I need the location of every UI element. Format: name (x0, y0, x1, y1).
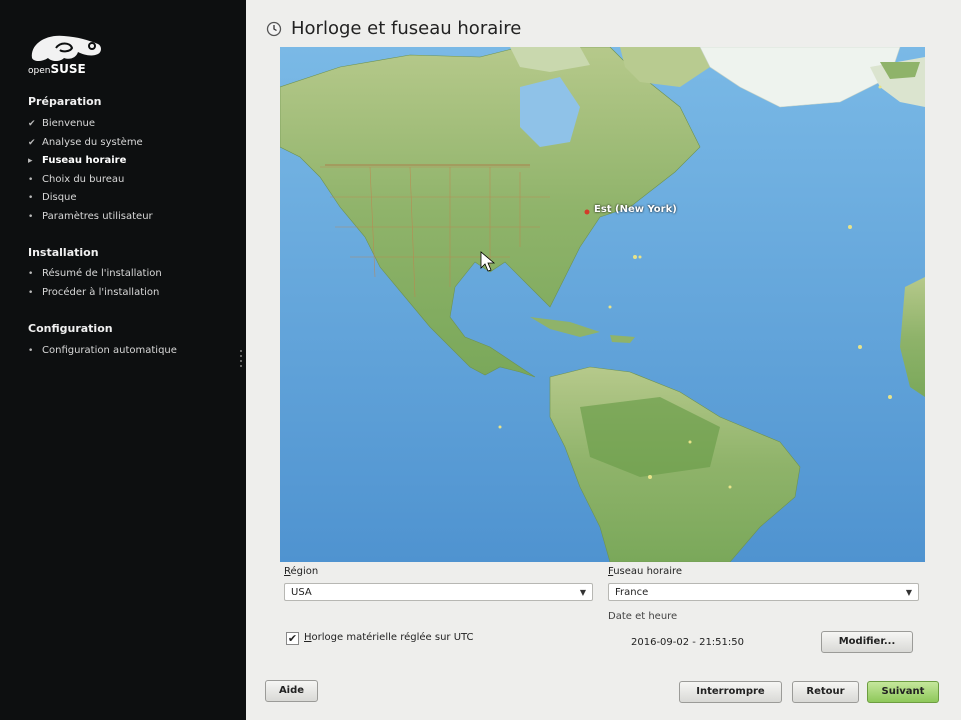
step-fuseau-horaire: ▸ Fuseau horaire (28, 155, 127, 166)
utc-checkbox[interactable]: ✔ (286, 632, 299, 645)
arrow-right-icon: ▸ (28, 156, 33, 166)
step-choix-bureau: • Choix du bureau (28, 174, 125, 185)
bullet-icon: • (28, 175, 34, 185)
step-disque: • Disque (28, 192, 77, 203)
bullet-icon: • (28, 346, 34, 356)
page-title: Horloge et fuseau horaire (291, 18, 522, 39)
region-label: Région (284, 566, 319, 577)
timezone-select[interactable]: France ▼ (608, 583, 919, 601)
selected-city-marker[interactable] (584, 209, 590, 215)
main-panel: Horloge et fuseau horaire Est (New York)… (246, 0, 961, 720)
logo-text: openSUSE (28, 62, 86, 76)
step-resume-installation: • Résumé de l'installation (28, 268, 162, 279)
chevron-down-icon: ▼ (905, 588, 912, 597)
section-preparation-title: Préparation (28, 95, 102, 108)
bullet-icon: • (28, 193, 34, 203)
step-bienvenue: ✔ Bienvenue (28, 118, 96, 129)
date-time-label: Date et heure (608, 611, 678, 622)
bullet-icon: • (28, 212, 34, 222)
date-time-value: 2016-09-02 - 21:51:50 (631, 637, 744, 648)
bullet-icon: • (28, 288, 34, 298)
modify-button[interactable]: Modifier... (821, 631, 913, 653)
utc-checkbox-label[interactable]: Horloge matérielle réglée sur UTC (304, 632, 474, 643)
check-icon: ✔ (28, 119, 36, 129)
timezone-label: Fuseau horaire (608, 566, 683, 577)
step-configuration-automatique: • Configuration automatique (28, 345, 177, 356)
splitter-handle[interactable] (240, 350, 242, 370)
map-timezone-label: Est (New York) (594, 204, 677, 215)
bullet-icon: • (28, 269, 34, 279)
help-button[interactable]: Aide (265, 680, 318, 702)
timezone-map[interactable]: Est (New York) (280, 47, 925, 562)
check-icon: ✔ (28, 138, 36, 148)
abort-button[interactable]: Interrompre (679, 681, 782, 703)
section-installation-title: Installation (28, 246, 99, 259)
sidebar: openSUSE Préparation ✔ Bienvenue ✔ Analyse… (0, 0, 246, 720)
clock-icon (266, 21, 282, 37)
opensuse-logo: openSUSE (26, 30, 106, 78)
next-button[interactable]: Suivant (867, 681, 939, 703)
step-parametres-utilisateur: • Paramètres utilisateur (28, 211, 153, 222)
region-select[interactable]: USA ▼ (284, 583, 593, 601)
chevron-down-icon: ▼ (579, 588, 586, 597)
section-configuration-title: Configuration (28, 322, 113, 335)
world-map-graphic[interactable] (280, 47, 925, 562)
chameleon-icon (31, 35, 101, 61)
step-analyse: ✔ Analyse du système (28, 137, 143, 148)
step-proceder-installation: • Procéder à l'installation (28, 287, 160, 298)
back-button[interactable]: Retour (792, 681, 859, 703)
